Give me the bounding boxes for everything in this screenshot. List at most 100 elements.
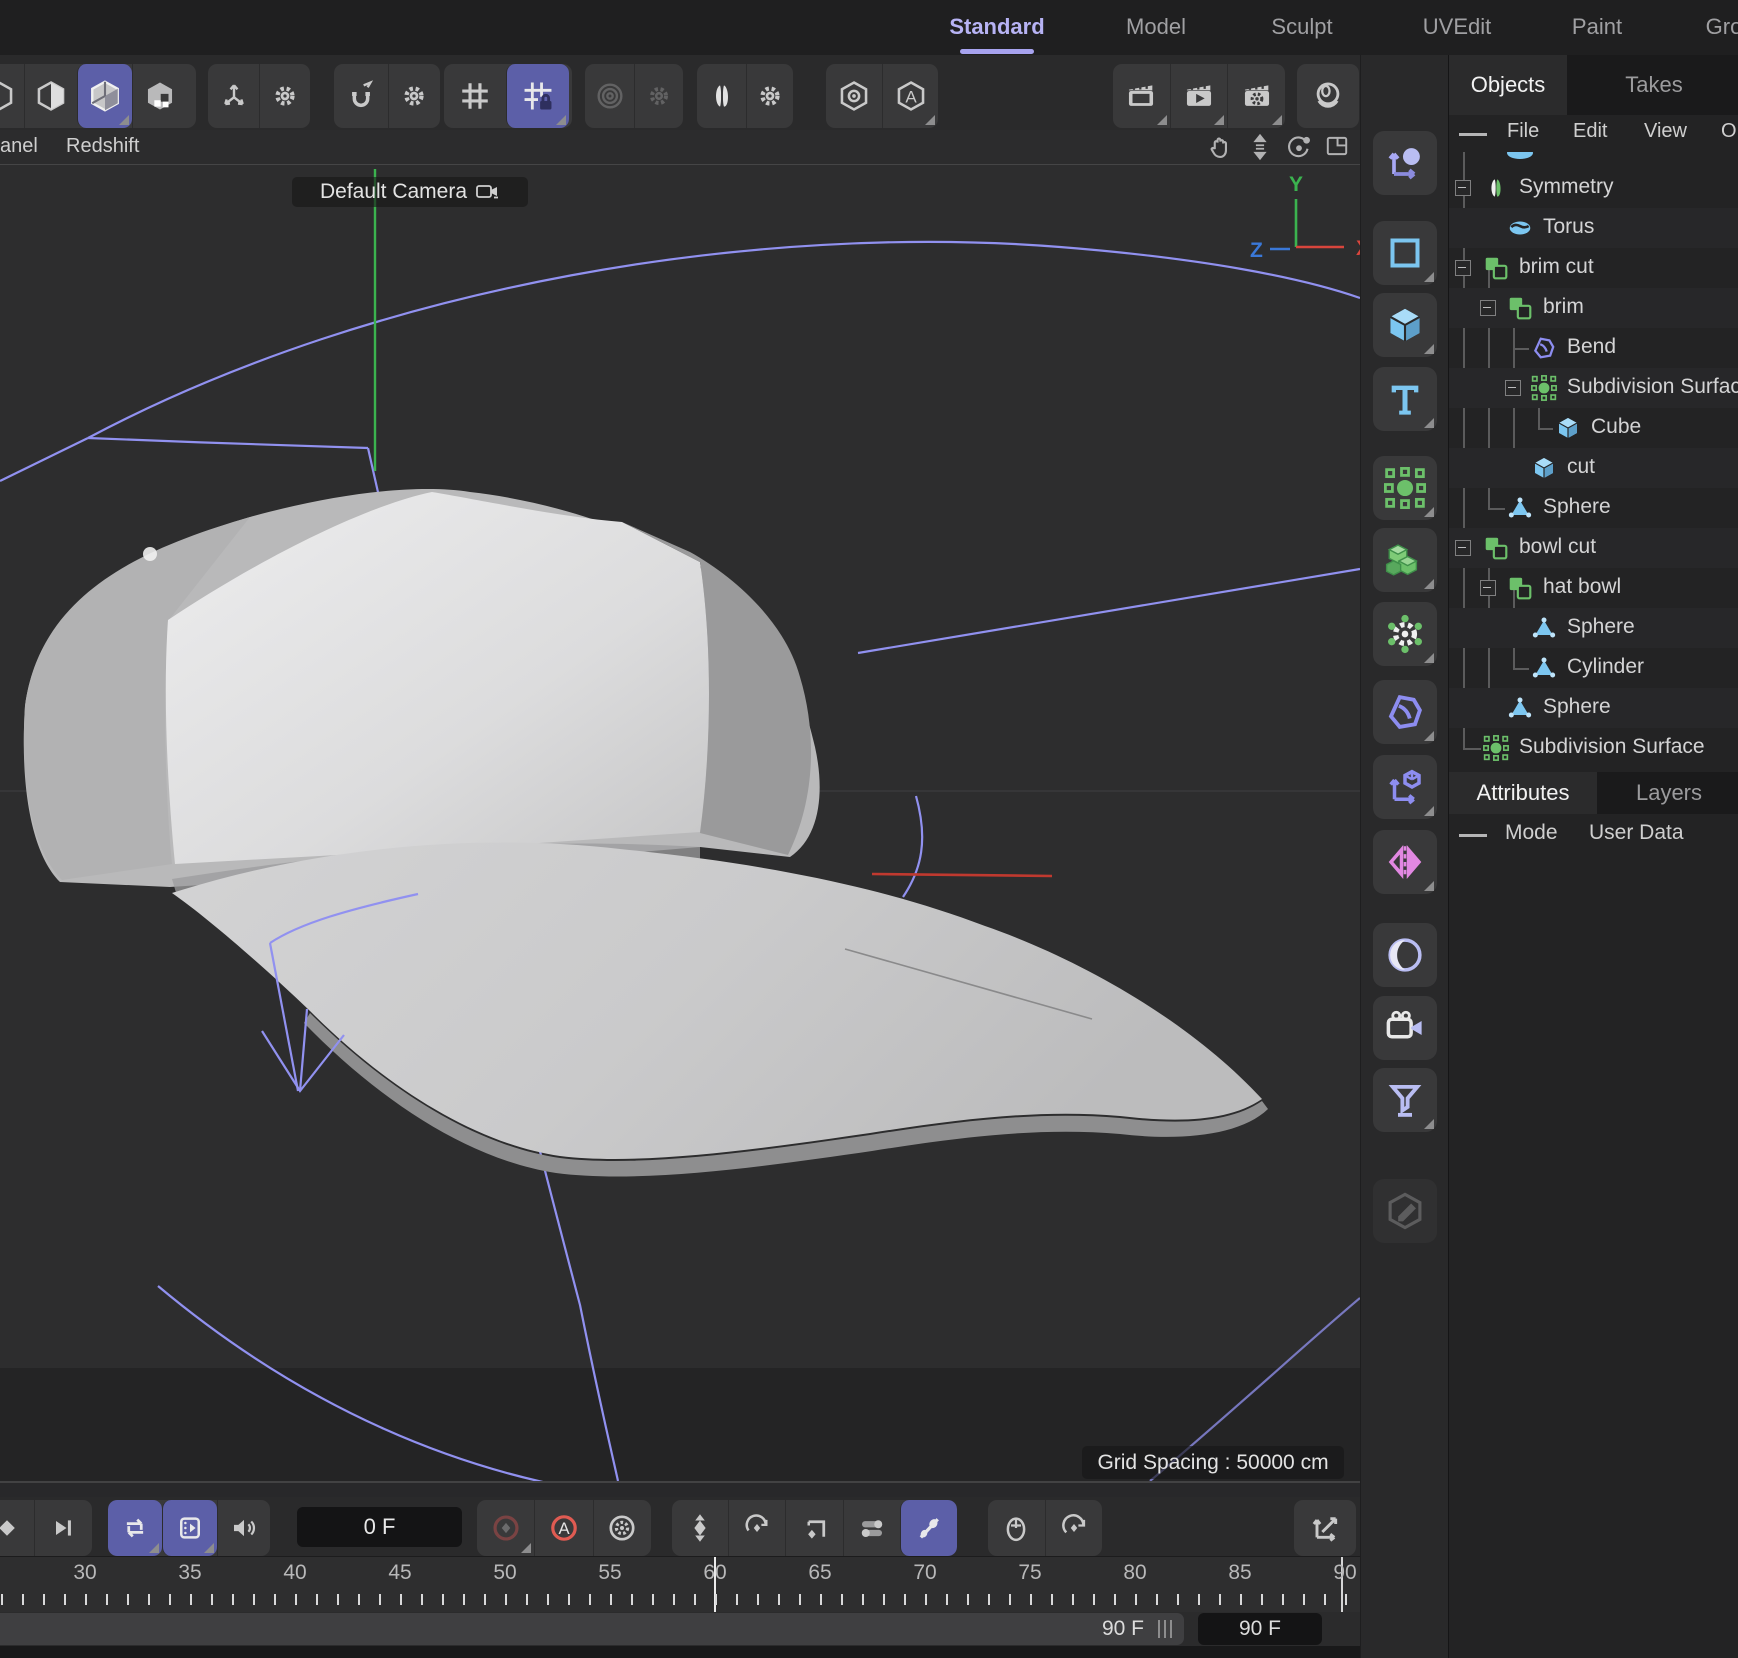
redshift-menu-label[interactable]: Redshift: [66, 135, 139, 158]
expand-toggle-icon[interactable]: [1480, 300, 1496, 316]
timeline-drag-dots[interactable]: [0, 1483, 1360, 1497]
rectangle-select-button[interactable]: [1373, 221, 1437, 285]
annotate-pencil-button[interactable]: [1373, 1179, 1437, 1243]
axis-gizmo[interactable]: Y X Z: [1250, 173, 1360, 262]
tab-takes[interactable]: Takes: [1599, 55, 1709, 115]
grid-lock-icon[interactable]: [506, 64, 569, 128]
cube-icon[interactable]: [1531, 455, 1557, 481]
render-play-icon[interactable]: [1170, 64, 1228, 128]
grid-quantize-icon[interactable]: [444, 64, 506, 128]
menu-tab-model[interactable]: Model: [1126, 14, 1186, 40]
sound-toggle-icon[interactable]: [217, 1500, 270, 1556]
boole-icon[interactable]: [1483, 535, 1509, 561]
maximize-window-icon[interactable]: [1324, 133, 1350, 159]
tab-objects[interactable]: Objects: [1449, 55, 1567, 115]
camera-tool-button[interactable]: [1373, 996, 1437, 1060]
expand-toggle-icon[interactable]: [1480, 580, 1496, 596]
render-view-icon[interactable]: [1113, 64, 1170, 128]
tree-row-brim[interactable]: brim: [1449, 288, 1738, 328]
mouse-interaction-icon[interactable]: [988, 1500, 1045, 1556]
tree-row-cylinder[interactable]: Cylinder: [1449, 648, 1738, 688]
target-rings-icon[interactable]: [585, 64, 634, 128]
volume-builder-button[interactable]: [1373, 528, 1437, 592]
boole-icon[interactable]: [1483, 255, 1509, 281]
tree-row-subdivision-surface[interactable]: Subdivision Surface: [1449, 368, 1738, 408]
tree-row-torus[interactable]: Torus: [1449, 208, 1738, 248]
orbit-rotate-icon[interactable]: [1285, 133, 1313, 161]
end-frame-field[interactable]: 90 F: [1198, 1613, 1322, 1645]
key-rotation-icon[interactable]: [728, 1500, 785, 1556]
key-scale-icon[interactable]: [785, 1500, 842, 1556]
tree-row-bend[interactable]: Bend: [1449, 328, 1738, 368]
poly-icon[interactable]: [1531, 615, 1557, 641]
expand-toggle-icon[interactable]: [1455, 540, 1471, 556]
tree-row-cut[interactable]: cut: [1449, 448, 1738, 488]
tree-row-sphere[interactable]: Sphere: [1449, 688, 1738, 728]
preview-range-slider[interactable]: 90 F: [0, 1613, 1184, 1645]
tree-row-sphere[interactable]: Sphere: [1449, 488, 1738, 528]
poly-icon[interactable]: [1507, 695, 1533, 721]
menu-tab-sculpt[interactable]: Sculpt: [1271, 14, 1332, 40]
menu-objects[interactable]: O: [1721, 120, 1737, 143]
menu-file[interactable]: File: [1507, 120, 1539, 143]
hexagon-half-icon[interactable]: [24, 64, 77, 128]
boole-icon[interactable]: [1507, 295, 1533, 321]
expand-toggle-icon[interactable]: [1455, 260, 1471, 276]
goto-range-icon[interactable]: [1294, 1500, 1356, 1556]
panel-menu-label[interactable]: anel: [0, 135, 38, 158]
timeline-ruler[interactable]: 30354045505560657075808590: [0, 1556, 1360, 1613]
poly-icon[interactable]: [1531, 655, 1557, 681]
boole-icon[interactable]: [1507, 575, 1533, 601]
menu-edit[interactable]: Edit: [1573, 120, 1607, 143]
tree-row-sphere[interactable]: Sphere: [1449, 608, 1738, 648]
camera-sphere-icon[interactable]: [1297, 64, 1359, 128]
tree-row-cube[interactable]: Cube: [1449, 408, 1738, 448]
move-tool-button[interactable]: [1373, 131, 1437, 195]
tree-row-subdivision-surface[interactable]: Subdivision Surface: [1449, 728, 1738, 768]
subdiv-icon[interactable]: [1531, 375, 1557, 401]
hexagon-eye-icon[interactable]: [826, 64, 882, 128]
bend-icon[interactable]: [1531, 335, 1557, 361]
play-frame-range-icon[interactable]: [162, 1500, 217, 1556]
subdiv-icon[interactable]: [1483, 735, 1509, 761]
key-parameters-icon[interactable]: [843, 1500, 900, 1556]
tree-row-brim-cut[interactable]: brim cut: [1449, 248, 1738, 288]
axis-modify-button[interactable]: [1373, 755, 1437, 819]
menu-view[interactable]: View: [1644, 120, 1687, 143]
pin-funnel-button[interactable]: [1373, 1068, 1437, 1132]
camera-label-pill[interactable]: Default Camera: [292, 177, 528, 207]
mirror-tool-button[interactable]: [1373, 830, 1437, 894]
symmetry-icon[interactable]: [1483, 175, 1509, 201]
menu-tab-paint[interactable]: Paint: [1572, 14, 1622, 40]
mouse-rotate-icon[interactable]: [1045, 1500, 1103, 1556]
settings-gear-icon[interactable]: [746, 64, 793, 128]
settings-gear-icon[interactable]: [388, 64, 439, 128]
record-keyframe-icon[interactable]: [477, 1500, 534, 1556]
keyframe-diamond-icon[interactable]: [0, 1500, 34, 1556]
modeling-kernel-button[interactable]: [1373, 456, 1437, 520]
autokey-toggle-icon[interactable]: A: [534, 1500, 592, 1556]
current-frame-field[interactable]: 0 F: [297, 1507, 462, 1547]
simulation-gear-button[interactable]: [1373, 602, 1437, 666]
tree-row-hat-bowl[interactable]: hat bowl: [1449, 568, 1738, 608]
key-off-icon[interactable]: [900, 1500, 957, 1556]
hexagon-partial-icon[interactable]: [0, 64, 24, 128]
expand-toggle-icon[interactable]: [1455, 180, 1471, 196]
viewport-3d[interactable]: Y X Z Default Camera Grid Spacing : 5000…: [0, 165, 1360, 1481]
goto-end-icon[interactable]: [34, 1500, 91, 1556]
pan-hand-icon[interactable]: [1206, 133, 1234, 161]
keying-settings-icon[interactable]: [593, 1500, 651, 1556]
tree-row-symmetry[interactable]: Symmetry: [1449, 168, 1738, 208]
menu-user-data[interactable]: User Data: [1589, 821, 1684, 845]
render-settings-icon[interactable]: [1227, 64, 1285, 128]
poly-icon[interactable]: [1507, 495, 1533, 521]
dolly-arrows-icon[interactable]: [1246, 133, 1274, 161]
menu-tab-uvedit[interactable]: UVEdit: [1423, 14, 1491, 40]
range-grip-icon[interactable]: [1158, 1620, 1174, 1638]
key-position-icon[interactable]: [672, 1500, 728, 1556]
menu-tab-gro[interactable]: Gro: [1706, 14, 1738, 40]
hexagon-multi-icon[interactable]: [132, 64, 187, 128]
hexagon-shaded-icon[interactable]: [77, 64, 132, 128]
axis-arrows-icon[interactable]: [208, 64, 259, 128]
expand-toggle-icon[interactable]: [1505, 380, 1521, 396]
